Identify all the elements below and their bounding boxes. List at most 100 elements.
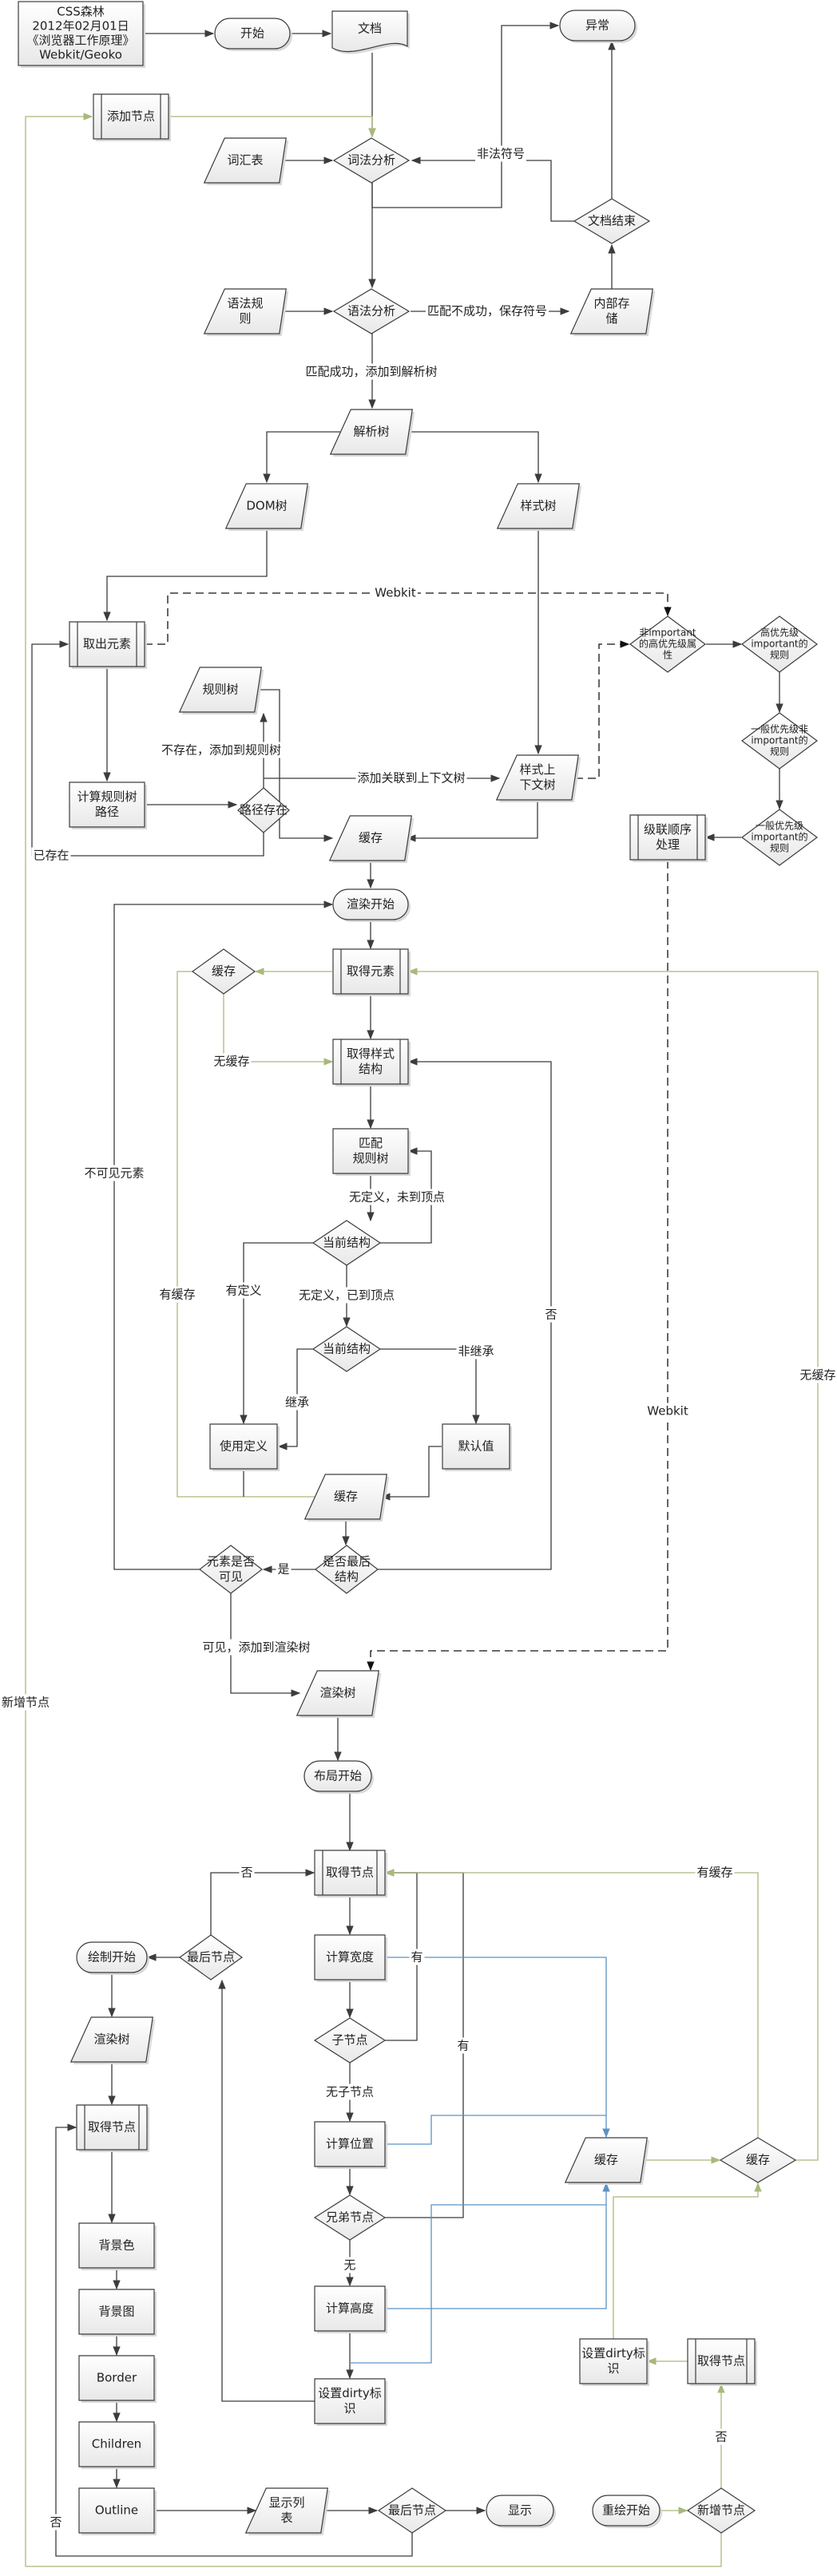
node-use-definition: 使用定义 bbox=[209, 1423, 280, 1471]
node-element-visible: 元素是否可见 bbox=[199, 1545, 263, 1594]
edge-nocache-getelement bbox=[407, 967, 819, 2161]
node-label: 文档 bbox=[358, 22, 382, 36]
node-label: 解析树 bbox=[353, 425, 389, 439]
edge-label-text: 否 bbox=[715, 2430, 727, 2444]
node-label: 渲染开始 bbox=[347, 897, 395, 912]
edge-label-text: 不存在，添加到规则树 bbox=[161, 743, 281, 758]
node-label: 样式树 bbox=[520, 499, 556, 513]
node-label: 布局开始 bbox=[314, 1769, 362, 1783]
edge-label-no-child: 无子节点 bbox=[323, 2083, 376, 2100]
edge-label-no1: 否 bbox=[543, 1306, 559, 1323]
edge-label-invisible: 不可见元素 bbox=[82, 1165, 146, 1181]
node-label: 取得节点 bbox=[326, 1866, 374, 1880]
node-calc-height: 计算高度 bbox=[314, 2285, 387, 2333]
node-label: 开始 bbox=[240, 26, 264, 41]
edge-label-webkit1: Webkit bbox=[373, 584, 418, 601]
edge-label-has-cache: 有缓存 bbox=[157, 1286, 197, 1303]
edge-label-add-context: 添加关联到上下文树 bbox=[355, 770, 467, 786]
node-label: 显示 bbox=[508, 2503, 532, 2518]
node-display-list: 显示列表 bbox=[244, 2487, 331, 2535]
node-get-node2: 取得节点 bbox=[76, 2104, 149, 2152]
edge-label-not-exist: 不存在，添加到规则树 bbox=[159, 742, 284, 758]
node-label: 异常 bbox=[585, 18, 609, 33]
node-label: 最后节点 bbox=[187, 1950, 235, 1965]
node-start: 开始 bbox=[214, 18, 292, 51]
edge-dirty-lastnode bbox=[218, 1979, 315, 2402]
edge-label-text: 有缓存 bbox=[159, 1288, 195, 1302]
edge-label-text: 无定义，未到顶点 bbox=[349, 1190, 445, 1205]
node-label: 规则树 bbox=[202, 683, 238, 697]
edge-label-text: 否 bbox=[240, 1866, 252, 1880]
node-label: 元素是否 bbox=[207, 1554, 255, 1569]
node-path-exists: 路径存在 bbox=[237, 787, 290, 833]
node-label: 最后节点 bbox=[388, 2503, 436, 2518]
edge-labels-layer: 非法符号匹配不成功，保存符号匹配成功，添加到解析树 Webkit 不存在，添加到规则… bbox=[0, 145, 837, 2530]
node-last-node2: 最后节点 bbox=[377, 2487, 447, 2534]
node-label: 子节点 bbox=[331, 2033, 367, 2048]
node-label: 绘制开始 bbox=[88, 1950, 136, 1965]
node-label: 使用定义 bbox=[220, 1439, 268, 1454]
edge-default-cache2 bbox=[380, 1446, 442, 1501]
node-label: important的 bbox=[751, 734, 807, 746]
edge-label-match-fail: 匹配不成功，保存符号 bbox=[425, 303, 549, 319]
node-label: 结构 bbox=[359, 1062, 383, 1076]
node-border: Border bbox=[78, 2355, 157, 2403]
node-label: 背景色 bbox=[98, 2238, 134, 2253]
node-label: 路径 bbox=[95, 805, 119, 819]
node-label: 规则 bbox=[770, 842, 789, 854]
node-parse-tree: 解析树 bbox=[329, 409, 415, 457]
node-label: 新增节点 bbox=[697, 2503, 745, 2518]
nodes-layer: CSS森林2012年02月01日《浏览器工作原理》Webkit/Geoko开始文… bbox=[18, 1, 819, 2535]
node-children: Children bbox=[78, 2421, 157, 2469]
node-label: 一般优先级 bbox=[756, 820, 803, 832]
edge-label-text: Webkit bbox=[647, 1404, 688, 1419]
edge-docend-lexer bbox=[411, 156, 574, 222]
node-label: 默认值 bbox=[458, 1439, 494, 1454]
node-render-start: 渲染开始 bbox=[332, 888, 411, 922]
edge-dirty-cache3 bbox=[350, 2204, 606, 2364]
edge-height-cache3 bbox=[385, 2182, 610, 2309]
node-label: 计算宽度 bbox=[326, 1950, 374, 1965]
node-label: 路径存在 bbox=[240, 803, 288, 817]
node-label: important的 bbox=[751, 638, 807, 650]
node-label: 处理 bbox=[656, 837, 680, 852]
edge-label-already-exist: 已存在 bbox=[31, 847, 71, 864]
edge-label-text: 添加关联到上下文树 bbox=[357, 771, 465, 785]
node-label: 设置dirty标 bbox=[581, 2346, 645, 2360]
node-current-struct2: 当前结构 bbox=[311, 1326, 382, 1372]
node-take-element: 取出元素 bbox=[69, 621, 147, 669]
node-label: 词汇表 bbox=[227, 153, 263, 168]
node-label: 可见 bbox=[219, 1569, 243, 1584]
node-internal-store: 内部存储 bbox=[569, 288, 656, 336]
edge-width-cache3 bbox=[385, 1957, 610, 2139]
edge-lastnode-getnode bbox=[210, 1869, 315, 1935]
node-last-struct: 是否最后结构 bbox=[315, 1545, 379, 1594]
node-label: 文档结束 bbox=[588, 214, 636, 228]
node-grammar: 语法规则 bbox=[203, 288, 289, 336]
node-label: 样式上 bbox=[519, 762, 555, 777]
node-non-important-high: 非important的高优先级属性 bbox=[629, 615, 707, 673]
edge-current2-default bbox=[380, 1348, 480, 1425]
node-child-node: 子节点 bbox=[313, 2017, 387, 2064]
node-lexer: 词法分析 bbox=[332, 137, 411, 184]
edge-sibling-getnode bbox=[384, 1869, 464, 2218]
node-label: 一般优先级非 bbox=[751, 723, 808, 735]
edge-label-yes: 是 bbox=[276, 1561, 292, 1577]
node-normal-important: 一般优先级important的规则 bbox=[740, 809, 819, 866]
edge-label-text: 无子节点 bbox=[326, 2085, 374, 2099]
node-label: Children bbox=[92, 2437, 141, 2451]
node-label: Outline bbox=[95, 2503, 138, 2518]
edge-label-inherit: 继承 bbox=[283, 1394, 311, 1411]
node-label: 缓存 bbox=[334, 1490, 358, 1504]
node-new-node: 新增节点 bbox=[686, 2487, 756, 2534]
node-get-node3: 取得节点 bbox=[687, 2338, 757, 2386]
node-label: 背景图 bbox=[98, 2305, 134, 2319]
node-add-node: 添加节点 bbox=[93, 93, 171, 141]
node-label: 添加节点 bbox=[107, 109, 155, 124]
node-vocab: 词汇表 bbox=[203, 137, 289, 185]
edge-label-illegal-symbol: 非法符号 bbox=[474, 145, 527, 162]
node-label: 取得元素 bbox=[347, 964, 395, 979]
edge-label-has-cache2: 有缓存 bbox=[695, 1864, 735, 1881]
edge-label-has1: 有 bbox=[409, 1949, 425, 1965]
edge-label-text: 有缓存 bbox=[696, 1866, 732, 1880]
